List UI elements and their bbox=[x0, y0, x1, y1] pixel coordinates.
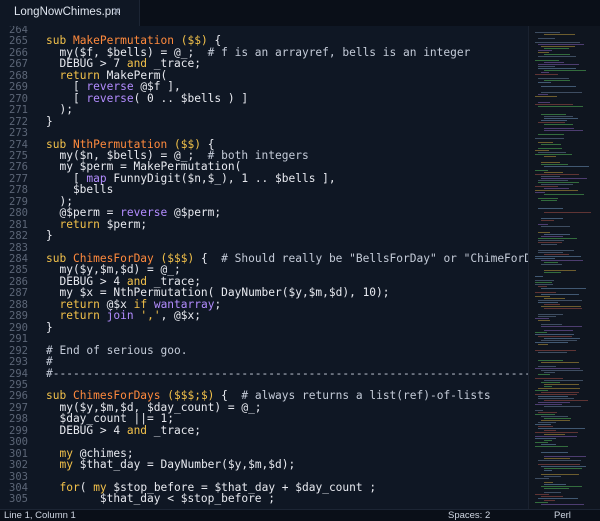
code-token: reverse bbox=[86, 91, 134, 105]
code-line: return join ',', @$x; bbox=[46, 309, 201, 323]
code-token: # f is an arrayref, bells is an integer bbox=[207, 45, 471, 59]
tab-title: LongNowChimes.pm bbox=[14, 6, 121, 18]
tab-longnowchimes[interactable]: LongNowChimes.pm ✕ bbox=[0, 0, 140, 26]
code-line: } bbox=[46, 321, 53, 335]
code-editor[interactable]: 264 265 266 267 268 269 270 271 272 273 274 275 276 2… bbox=[0, 26, 528, 509]
code-token: ',' bbox=[140, 309, 161, 323]
code-line: } bbox=[46, 229, 53, 243]
code-token: @$perm; bbox=[167, 206, 222, 220]
code-token: } bbox=[46, 229, 53, 243]
code-line: return $perm; bbox=[46, 218, 147, 232]
close-icon[interactable]: ✕ bbox=[112, 5, 121, 18]
code-token: and bbox=[126, 423, 148, 437]
code-line: #---------------------------------------… bbox=[46, 367, 528, 381]
code-token: $perm; bbox=[99, 217, 148, 231]
code-line: my $that_day = DayNumber($y,$m,$d); bbox=[46, 458, 295, 472]
code-line: } bbox=[46, 115, 53, 129]
code-line: DEBUG > 4 and _trace; bbox=[46, 423, 201, 438]
minimap[interactable] bbox=[528, 26, 600, 509]
code-token: # Should really be "BellsForDay" or "Chi… bbox=[221, 252, 528, 265]
code-token: $that_day < $stop_before ; bbox=[46, 492, 276, 506]
code-token: _trace; bbox=[147, 423, 201, 437]
tab-bar: LongNowChimes.pm ✕ bbox=[0, 0, 600, 27]
syntax-language[interactable]: Perl bbox=[554, 510, 571, 521]
indentation-setting[interactable]: Spaces: 2 bbox=[448, 510, 490, 521]
code-token: ( 0 .. $bells ) ] bbox=[133, 91, 249, 105]
code-token: return bbox=[59, 309, 100, 323]
code-token: $that_day = DayNumber($y,$m,$d); bbox=[72, 458, 296, 472]
code-token: return bbox=[59, 217, 100, 231]
code-token: } bbox=[46, 320, 53, 334]
code-line: $that_day < $stop_before ; bbox=[46, 492, 275, 506]
code-line: # End of serious goo. bbox=[46, 344, 187, 358]
line-number-gutter: 264 265 266 267 268 269 270 271 272 273 274 275 276 2… bbox=[0, 26, 38, 509]
status-bar: Line 1, Column 1 Spaces: 2 Perl bbox=[0, 509, 600, 521]
code-token: DEBUG > 4 bbox=[46, 423, 127, 437]
code-token: # End of serious goo. bbox=[46, 343, 188, 357]
code-token: , @$x; bbox=[160, 309, 201, 323]
minimap-viewport[interactable] bbox=[529, 26, 600, 509]
code-token: my bbox=[59, 458, 73, 472]
line-number: 305 bbox=[9, 493, 28, 506]
code-token: FunnyDigit($n,$_), 1 .. $bells ], bbox=[106, 171, 336, 185]
code-line: [ reverse( 0 .. $bells ) ] bbox=[46, 92, 248, 106]
code-token: # always returns a list(ref)-of-lists bbox=[241, 389, 491, 403]
code-area[interactable]: sub MakePermutation ($$) { my($f, $bells… bbox=[46, 26, 528, 509]
code-token: } bbox=[46, 114, 53, 128]
code-token: ; bbox=[214, 297, 222, 311]
code-token: join bbox=[106, 309, 134, 323]
code-token: { bbox=[194, 252, 222, 265]
cursor-position: Line 1, Column 1 bbox=[4, 510, 76, 521]
code-token: #---------------------------------------… bbox=[46, 366, 528, 380]
